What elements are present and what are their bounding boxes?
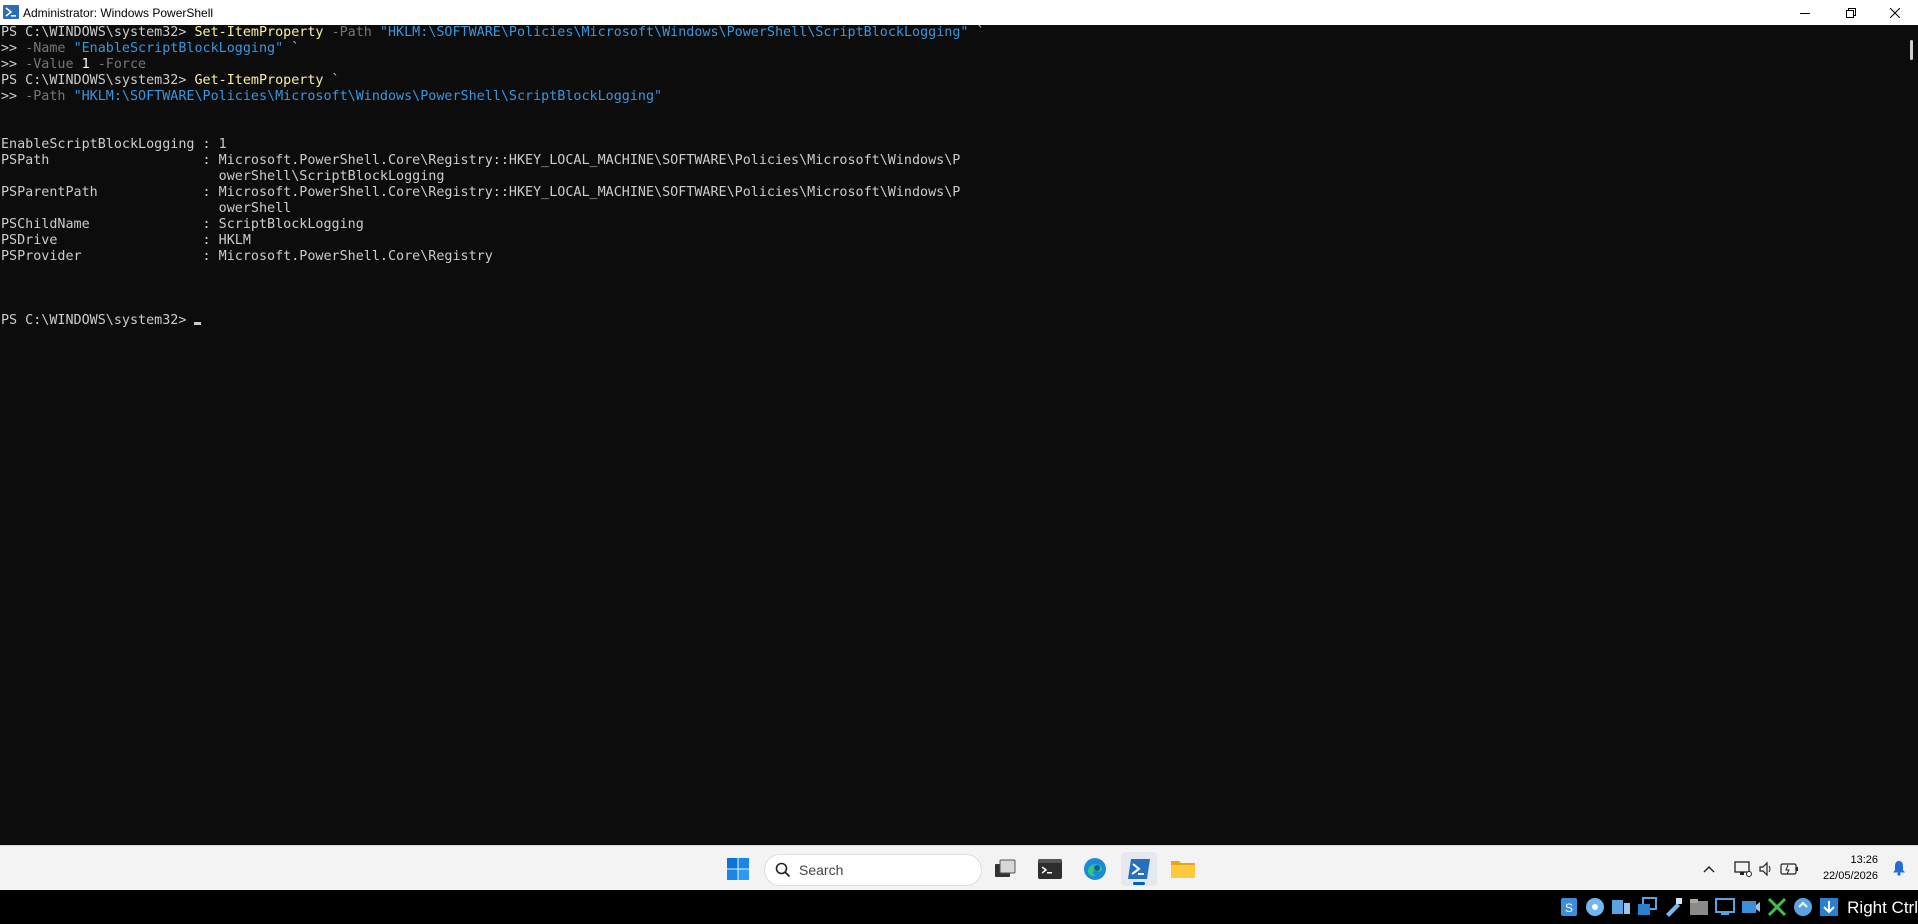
window-title-bar[interactable]: Administrator: Windows PowerShell [0,0,1918,26]
console-token-param: -Path [323,25,380,40]
console-token-prompt: PS C:\WINDOWS\system32> [1,73,195,88]
restore-button[interactable] [1828,0,1874,25]
storage-icon[interactable]: S [1558,896,1580,918]
windows-logo-icon [727,858,749,880]
minimize-icon [1800,12,1810,14]
vm-device-icons: S [1558,896,1840,918]
network-icon [1734,861,1752,877]
console-token-text: ` [968,25,985,40]
console-token-param: -Path [25,89,74,104]
host-key-label: Right Ctrl [1847,898,1918,917]
console-token-text: PSPath : Microsoft.PowerShell.Core\Regis… [1,153,961,168]
console-line: >> -Name "EnableScriptBlockLogging" ` [1,41,299,57]
powershell-window-icon [3,4,19,20]
console-token-prompt: PS C:\WINDOWS\system32> [1,25,195,40]
console-line: PS C:\WINDOWS\system32> Set-ItemProperty… [1,25,985,41]
console-token-text: PSParentPath : Microsoft.PowerShell.Core… [1,185,961,200]
shared-folders-icon[interactable] [1688,896,1710,918]
audio-icon[interactable] [1610,896,1632,918]
window-title: Administrator: Windows PowerShell [23,6,214,20]
file-explorer-app[interactable] [1165,852,1201,886]
taskbar-search-box[interactable]: Search [764,854,982,886]
close-button[interactable] [1872,0,1918,25]
console-line: >> -Path "HKLM:\SOFTWARE\Policies\Micros… [1,89,662,105]
terminal-icon [1038,859,1062,879]
console-token-str: "EnableScriptBlockLogging" [73,41,284,56]
console-token-text: PSChildName : ScriptBlockLogging [1,217,364,232]
console-token-text: owerShell [1,201,292,216]
console-token-prompt: >> [1,89,26,104]
console-line: PS C:\WINDOWS\system32> Get-ItemProperty… [1,73,340,89]
folder-icon [1171,861,1195,878]
console-token-text: owerShell\ScriptBlockLogging [1,169,445,184]
keyboard-icon[interactable] [1792,896,1814,918]
console-token-cmd: Set-ItemProperty [194,25,324,40]
recording-icon[interactable] [1740,896,1762,918]
console-token-param: -Force [89,57,147,72]
console-line: PSDrive : HKLM [1,233,251,249]
download-icon[interactable] [1818,896,1840,918]
minimize-button[interactable] [1782,0,1828,25]
search-icon [775,862,791,878]
console-line: EnableScriptBlockLogging : 1 [1,137,227,153]
mouse-integration-icon[interactable] [1766,896,1788,918]
display-icon[interactable] [1714,896,1736,918]
console-token-text: ` [323,73,340,88]
text-cursor [194,322,202,325]
task-view-button[interactable] [987,852,1023,886]
powershell-app[interactable] [1121,852,1157,886]
console-token-str: "HKLM:\SOFTWARE\Policies\Microsoft\Windo… [379,25,969,40]
console-token-text: ` [283,41,300,56]
powershell-console[interactable]: PS C:\WINDOWS\system32> Set-ItemProperty… [0,25,1906,845]
console-line: PSChildName : ScriptBlockLogging [1,217,364,233]
edge-icon [1084,858,1106,880]
console-token-text: EnableScriptBlockLogging : 1 [1,137,227,152]
scrollbar-thumb[interactable] [1910,40,1913,60]
console-token-param: -Value [25,57,82,72]
console-token-param: -Name [25,41,74,56]
edge-app[interactable] [1077,852,1113,886]
console-token-text: PSProvider : Microsoft.PowerShell.Core\R… [1,249,493,264]
powershell-icon [1128,859,1150,879]
console-line: >> -Value 1 -Force [1,57,146,73]
console-token-num: 1 [81,57,90,72]
console-scrollbar[interactable] [1906,25,1918,845]
console-token-prompt: PS C:\WINDOWS\system32> [1,313,195,328]
close-icon [1890,7,1900,18]
clock-date: 22/05/2026 [1822,870,1878,882]
clock-time: 13:26 [1850,854,1878,866]
network-adapters-icon[interactable] [1636,896,1658,918]
quick-settings-button[interactable] [1722,852,1812,886]
taskbar: Search 13:26 22/05/2026 [0,845,1918,891]
task-view-icon [995,859,1016,877]
show-hidden-icons-button[interactable] [1692,852,1726,886]
console-token-str: "HKLM:\SOFTWARE\Policies\Microsoft\Windo… [73,89,663,104]
console-line: owerShell\ScriptBlockLogging [1,169,445,185]
battery-icon [1780,863,1798,875]
search-label: Search [799,862,844,878]
active-indicator [1133,882,1145,885]
console-token-prompt: >> [1,41,26,56]
console-token-cmd: Get-ItemProperty [194,73,324,88]
usb-icon[interactable] [1662,896,1684,918]
console-token-prompt: >> [1,57,26,72]
svg-text:S: S [1565,901,1573,915]
terminal-app[interactable] [1032,852,1068,886]
optical-drive-icon[interactable] [1584,896,1606,918]
console-line: PSProvider : Microsoft.PowerShell.Core\R… [1,249,493,265]
start-button[interactable] [720,852,756,886]
taskbar-clock[interactable]: 13:26 22/05/2026 [1823,852,1878,884]
volume-icon [1759,861,1771,877]
console-line: PSParentPath : Microsoft.PowerShell.Core… [1,185,960,201]
restore-icon [1846,7,1856,18]
console-token-text: PSDrive : HKLM [1,233,251,248]
vm-status-bar: S Right Ctrl [0,890,1918,924]
console-line: PS C:\WINDOWS\system32> [1,313,202,329]
console-line: owerShell [1,201,292,217]
console-line: PSPath : Microsoft.PowerShell.Core\Regis… [1,153,960,169]
chevron-up-icon [1703,866,1715,873]
bell-icon[interactable] [1892,860,1906,876]
